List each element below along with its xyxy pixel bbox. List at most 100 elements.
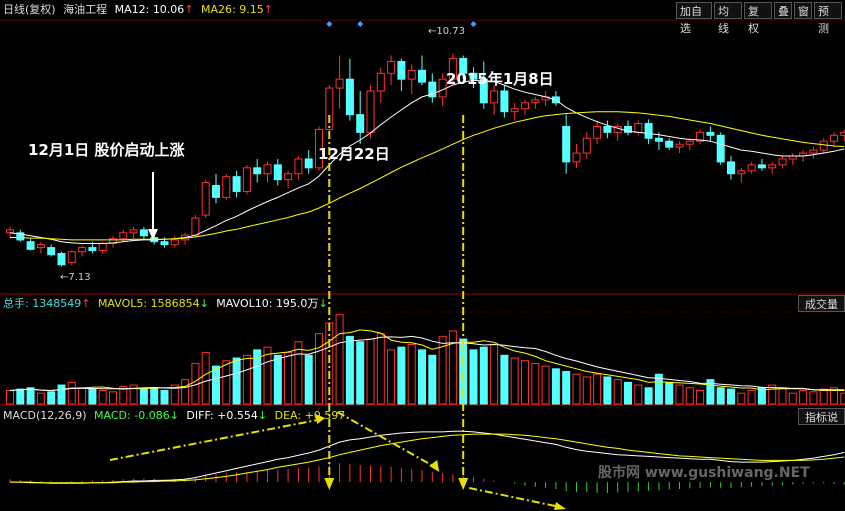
- volume-bar: [397, 346, 406, 405]
- volume-bar: [665, 381, 674, 405]
- volume-bar: [788, 392, 797, 405]
- candle-body: [809, 149, 818, 154]
- volume-bar: [531, 362, 540, 405]
- candle-body: [768, 164, 777, 169]
- volume-bar: [551, 368, 560, 405]
- volume-bar: [490, 343, 499, 405]
- candle-body: [36, 244, 45, 249]
- volume-bar: [603, 376, 612, 405]
- period-label[interactable]: 日线(复权): [3, 3, 56, 16]
- candle-body: [376, 72, 385, 92]
- volume-bar: [232, 357, 241, 405]
- candle-body: [139, 229, 148, 237]
- candle-body: [747, 164, 756, 172]
- volume-bar: [644, 387, 653, 405]
- volume-bar: [418, 349, 426, 405]
- volume-bar: [572, 373, 581, 405]
- volume-bar: [36, 392, 45, 405]
- volume-bar: [57, 384, 66, 405]
- candle-body: [160, 241, 169, 246]
- candle-body: [757, 164, 766, 169]
- candle-body: [737, 170, 746, 175]
- candle-body: [706, 131, 715, 136]
- macd-value-label: MACD: -0.086↓: [94, 409, 179, 422]
- volume-bar: [16, 388, 25, 405]
- volume-bar: [88, 388, 97, 405]
- volume-bar: [345, 335, 354, 405]
- candle-body: [603, 125, 612, 133]
- annotation-dec1: 12月1日 股价启动上涨: [28, 141, 185, 159]
- ma12-arrow-icon: ↑: [184, 3, 194, 16]
- volume-bar: [799, 389, 808, 405]
- volume-bar: [78, 387, 87, 405]
- dea-label: DEA: +0.597: [274, 409, 346, 422]
- volume-indicator-tab[interactable]: 成交量: [798, 295, 845, 312]
- toolbar-button-0[interactable]: 加自选: [676, 2, 712, 35]
- volume-bar: [294, 341, 303, 405]
- candle-body: [335, 78, 344, 89]
- candle-body: [407, 69, 416, 80]
- candle-body: [387, 60, 396, 74]
- volume-bar: [98, 389, 107, 405]
- candle-body: [716, 134, 725, 163]
- volume-bar: [778, 387, 787, 405]
- candle-body: [222, 176, 231, 198]
- volume-bar: [366, 338, 375, 405]
- mavol5-label: MAVOL5: 1586854↓: [97, 297, 209, 310]
- annotation-jan8: 2015年1月8日: [446, 70, 554, 88]
- candle-body: [304, 158, 313, 169]
- volume-bar: [500, 354, 509, 405]
- ma26-arrow-icon: ↑: [263, 3, 273, 16]
- volume-bar: [222, 360, 231, 405]
- volume-bar: [376, 333, 385, 405]
- volume-bar: [407, 343, 416, 405]
- candle-body: [675, 143, 684, 148]
- candle-body: [840, 131, 845, 136]
- candle-body: [665, 140, 674, 148]
- macd-header: MACD(12,26,9) MACD: -0.086↓ DIFF: +0.554…: [3, 406, 349, 426]
- volume-bar: [304, 354, 313, 405]
- volume-bar: [624, 381, 632, 405]
- volume-bar: [582, 376, 591, 405]
- volume-bar: [541, 365, 550, 405]
- toolbar-button-1[interactable]: 均线: [714, 2, 742, 35]
- macd-arrow-icon: ↓: [169, 409, 179, 422]
- volume-bar: [26, 387, 35, 405]
- toolbar-button-5[interactable]: 预测: [814, 2, 842, 35]
- volume-bar: [109, 391, 117, 405]
- stock-name: 海油工程: [63, 3, 108, 16]
- candle-body: [778, 158, 787, 166]
- volume-bar: [201, 352, 210, 405]
- candle-body: [242, 167, 251, 192]
- candle-body: [57, 253, 66, 266]
- candle-body: [345, 78, 354, 116]
- candle-body: [521, 102, 529, 110]
- toolbar-button-4[interactable]: 窗: [794, 2, 812, 19]
- candle-body: [654, 137, 663, 142]
- volume-bar: [716, 387, 725, 405]
- macd-name: MACD(12,26,9): [3, 409, 87, 422]
- candle-body: [284, 173, 293, 181]
- high-price-mark: ←10.73: [428, 26, 466, 37]
- toolbar-button-3[interactable]: 叠: [774, 2, 792, 19]
- volume-bar: [150, 387, 159, 405]
- volume-bar: [840, 392, 845, 405]
- candle-body: [26, 241, 35, 250]
- volume-bar: [139, 388, 148, 405]
- volume-bar: [160, 389, 169, 405]
- volume-bar: [634, 384, 643, 405]
- macd-indicator-tab[interactable]: 指标说: [798, 408, 845, 425]
- candle-body: [212, 185, 220, 198]
- toolbar-button-2[interactable]: 复权: [744, 2, 772, 35]
- volume-bar: [819, 388, 828, 405]
- candle-body: [819, 140, 828, 151]
- volume-bar: [315, 333, 323, 405]
- volume-bar: [696, 389, 705, 405]
- diff-label: DIFF: +0.554↓: [186, 409, 268, 422]
- volume-bar: [263, 346, 272, 405]
- stock-chart-canvas[interactable]: [0, 0, 845, 511]
- volume-bar: [284, 352, 293, 405]
- candle-body: [47, 247, 56, 256]
- candle-body: [67, 251, 76, 263]
- volume-bar: [242, 354, 251, 405]
